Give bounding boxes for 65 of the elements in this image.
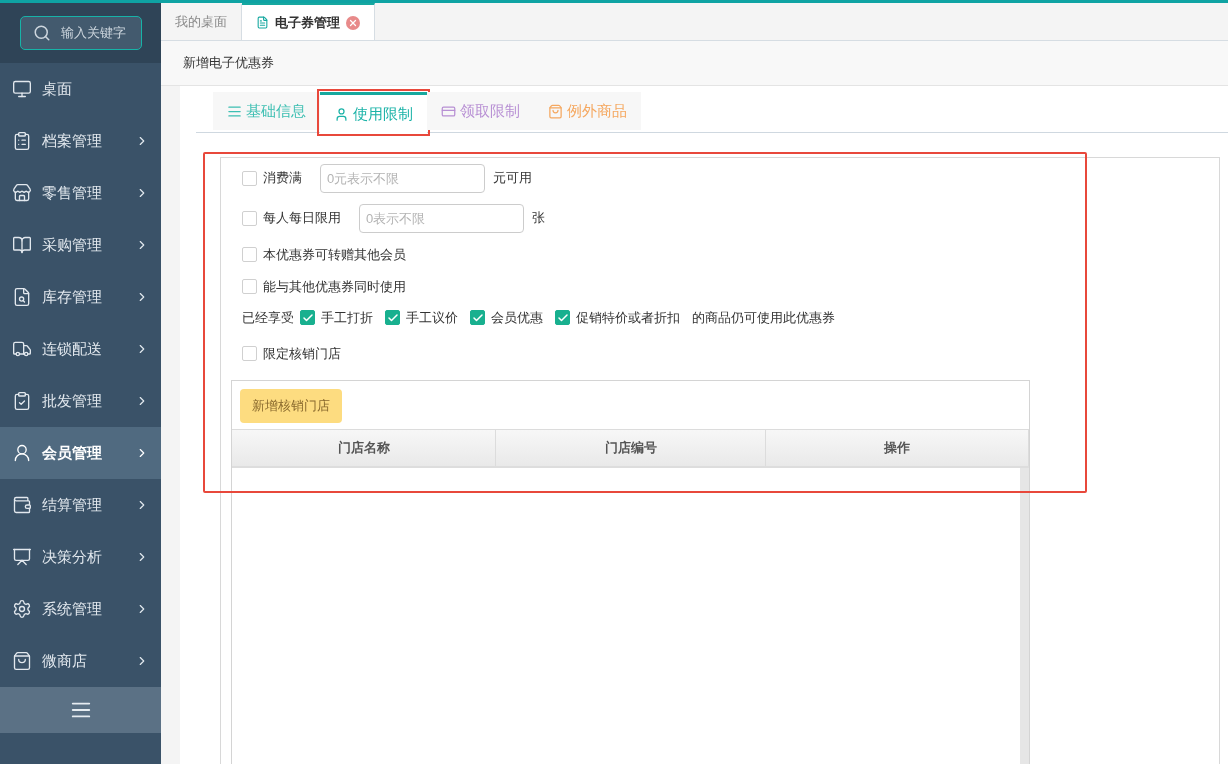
- add-store-button[interactable]: 新增核销门店: [240, 389, 342, 423]
- column-header: 门店名称: [232, 430, 496, 466]
- menu-icon: [12, 391, 32, 411]
- option-label: 本优惠券可转赠其他会员: [263, 245, 406, 264]
- sidebar-item[interactable]: 决策分析: [0, 531, 161, 583]
- sidebar-item[interactable]: 系统管理: [0, 583, 161, 635]
- menu-icon: [12, 183, 32, 203]
- menu-icon: [12, 79, 32, 99]
- option-label: 每人每日限用: [263, 209, 341, 227]
- tab-icon: [548, 103, 563, 119]
- menu-icon: [12, 131, 32, 151]
- sidebar-item[interactable]: 零售管理: [0, 167, 161, 219]
- menu-icon: [12, 495, 32, 515]
- suffix-label: 的商品仍可使用此优惠券: [692, 308, 835, 327]
- close-icon[interactable]: [346, 15, 360, 30]
- sidebar-item[interactable]: 桌面: [0, 63, 161, 115]
- column-header: 门店编号: [496, 430, 766, 466]
- option-label: 手工议价: [406, 308, 458, 327]
- page-tab[interactable]: 电子券管理: [242, 3, 375, 40]
- sidebar-item[interactable]: 微商店: [0, 635, 161, 687]
- checkbox[interactable]: [555, 310, 570, 325]
- document-icon: [256, 16, 269, 29]
- menu-icon: [12, 443, 32, 463]
- input-field[interactable]: 0元表示不限: [320, 163, 485, 193]
- option-label: 手工打折: [321, 308, 373, 327]
- input-field[interactable]: 0表示不限: [359, 203, 524, 233]
- checkbox[interactable]: [242, 279, 257, 294]
- menu-icon: [12, 339, 32, 359]
- checkbox[interactable]: [300, 310, 315, 325]
- sidebar-item[interactable]: 会员管理: [0, 427, 161, 479]
- sidebar-item[interactable]: 连锁配送: [0, 323, 161, 375]
- menu-icon: [12, 287, 32, 307]
- prefix-label: 已经享受: [242, 308, 294, 327]
- menu-icon: [12, 599, 32, 619]
- unit-label: 张: [532, 209, 545, 227]
- option-label: 消费满: [263, 169, 302, 187]
- scrollbar[interactable]: [1020, 468, 1029, 764]
- tab-icon: [441, 103, 456, 119]
- checkbox[interactable]: [470, 310, 485, 325]
- tab-icon: [334, 106, 349, 122]
- option-label: 能与其他优惠券同时使用: [263, 277, 406, 296]
- checkbox[interactable]: [242, 247, 257, 262]
- menu-icon: [12, 651, 32, 671]
- sidebar-item[interactable]: 档案管理: [0, 115, 161, 167]
- checkbox[interactable]: [385, 310, 400, 325]
- option-label: 限定核销门店: [263, 344, 341, 363]
- collapse-bar[interactable]: [0, 687, 161, 733]
- checkbox[interactable]: [242, 346, 257, 361]
- sidebar-item[interactable]: 采购管理: [0, 219, 161, 271]
- checkbox[interactable]: [242, 210, 257, 226]
- sidebar-item[interactable]: 库存管理: [0, 271, 161, 323]
- search-icon: [32, 24, 51, 42]
- option-label: 促销特价或者折扣: [576, 308, 680, 327]
- sidebar-item[interactable]: 批发管理: [0, 375, 161, 427]
- tab-icon: [227, 103, 242, 119]
- unit-label: 元可用: [493, 169, 532, 187]
- menu-icon: [12, 547, 32, 567]
- search-placeholder: 输入关键字: [60, 24, 126, 42]
- menu-icon: [12, 235, 32, 255]
- sidebar-item[interactable]: 结算管理: [0, 479, 161, 531]
- page-title: 新增电子优惠券: [183, 54, 274, 72]
- search-field[interactable]: 输入关键字: [19, 16, 142, 50]
- checkbox[interactable]: [242, 170, 257, 186]
- option-label: 会员优惠: [491, 308, 543, 327]
- column-header: 操作: [766, 430, 1029, 466]
